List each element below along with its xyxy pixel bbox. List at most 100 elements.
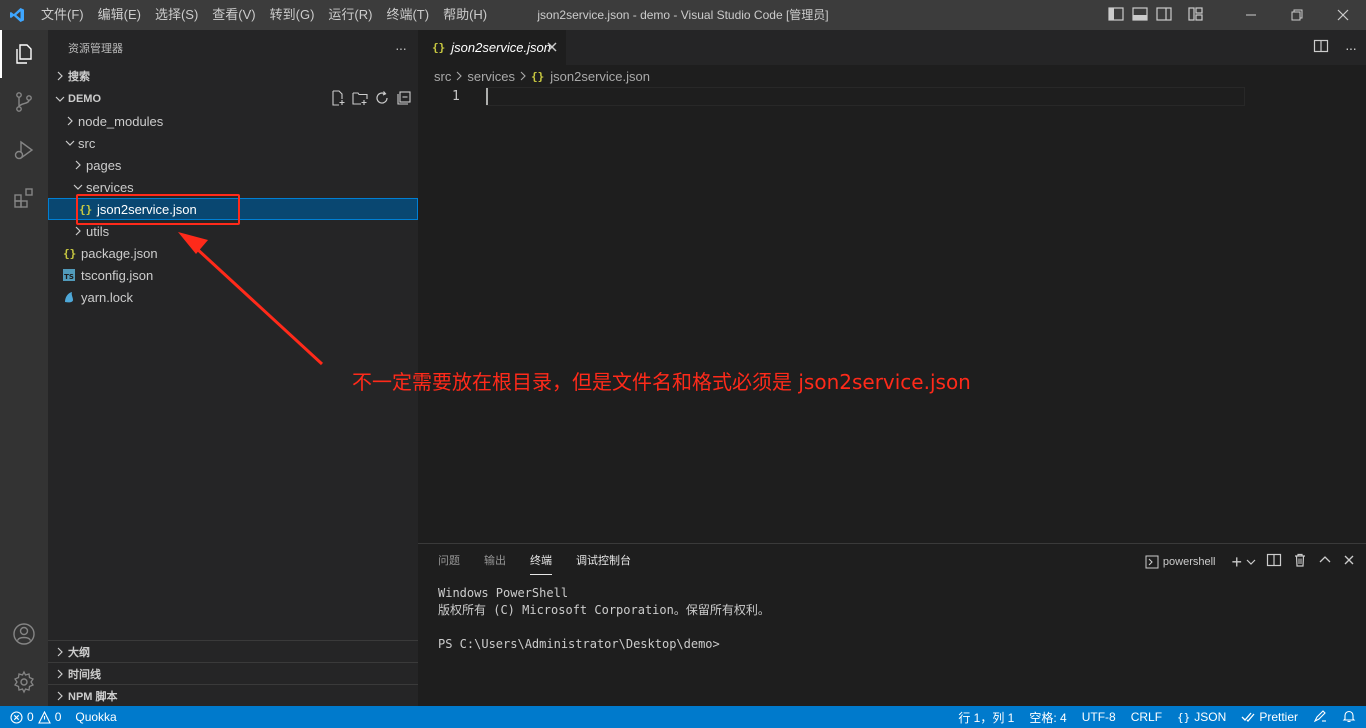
activity-bar [0,30,48,706]
terminal-output[interactable]: Windows PowerShell 版权所有 (C) Microsoft Co… [418,585,1366,653]
collapse-all-icon[interactable] [396,90,412,109]
encoding-status[interactable]: UTF-8 [1082,710,1116,724]
close-window-button[interactable] [1320,0,1366,30]
explorer-icon[interactable] [0,30,48,78]
code-line-1[interactable]: 1 [418,87,1245,106]
editor-area: {} json2service.json ··· src services {}… [418,30,1366,543]
menu-terminal[interactable]: 终端(T) [379,0,436,30]
split-terminal-icon[interactable] [1266,552,1282,571]
tree-item-pages[interactable]: pages [48,154,418,176]
chevron-down-icon [1246,559,1256,565]
menu-file[interactable]: 文件(F) [34,0,91,30]
typescript-file-icon: TS [63,269,81,281]
chevron-down-icon [52,94,68,104]
json-file-icon: {} [531,69,545,83]
editor-more-icon[interactable]: ··· [1345,40,1357,56]
accounts-icon[interactable] [0,610,48,658]
menu-help[interactable]: 帮助(H) [436,0,494,30]
language-mode-status[interactable]: {} JSON [1177,710,1226,724]
notifications-bell-icon[interactable] [1342,709,1356,726]
kill-terminal-icon[interactable] [1292,552,1308,571]
timeline-section-header[interactable]: 时间线 [48,662,418,684]
split-editor-icon[interactable] [1313,38,1329,57]
terminal-line: Windows PowerShell [438,586,569,600]
breadcrumb-services[interactable]: services [467,69,515,84]
new-folder-icon[interactable] [352,90,368,109]
npm-scripts-section-header[interactable]: NPM 脚本 [48,684,418,706]
status-bar: 0 0 Quokka 行 1，列 1 空格: 4 UTF-8 CRLF {} J… [0,706,1366,728]
toggle-sidebar-icon[interactable] [1108,6,1124,24]
yarn-file-icon [63,291,81,303]
menu-go[interactable]: 转到(G) [263,0,322,30]
refresh-icon[interactable] [374,90,390,109]
chevron-right-icon [455,69,463,84]
menu-selection[interactable]: 选择(S) [148,0,205,30]
terminal-icon [1145,555,1159,568]
annotation-text: 不一定需要放在根目录，但是文件名和格式必须是 json2service.json [352,370,971,394]
json-file-icon: {} [63,246,77,260]
chevron-right-icon [52,647,68,657]
menu-view[interactable]: 查看(V) [205,0,262,30]
terminal-selector[interactable]: powershell [1145,555,1215,569]
outline-section-header[interactable]: 大纲 [48,640,418,662]
line-number: 1 [452,89,460,104]
close-tab-icon[interactable] [544,39,560,58]
toggle-panel-icon[interactable] [1132,6,1148,24]
tab-terminal[interactable]: 终端 [530,544,552,579]
terminal-prompt: PS C:\Users\Administrator\Desktop\demo> [438,637,720,651]
extensions-icon[interactable] [0,174,48,222]
prettier-status[interactable]: Prettier [1241,710,1298,724]
double-check-icon [1241,712,1255,722]
tree-item-src[interactable]: src [48,132,418,154]
toggle-secondary-sidebar-icon[interactable] [1156,6,1172,24]
json-language-icon: {} [1177,710,1191,724]
source-control-icon[interactable] [0,78,48,126]
menu-edit[interactable]: 编辑(E) [91,0,148,30]
tab-problems[interactable]: 问题 [438,544,460,579]
error-icon [10,710,23,724]
indentation-status[interactable]: 空格: 4 [1029,709,1066,726]
svg-text:TS: TS [64,273,74,281]
chevron-right-icon [70,226,86,236]
annotation-highlight-box [76,194,240,225]
chevron-right-icon [52,71,68,81]
chevron-right-icon [62,116,78,126]
tree-item-node-modules[interactable]: node_modules [48,110,418,132]
restore-button[interactable] [1274,0,1320,30]
terminal-line: 版权所有 (C) Microsoft Corporation。保留所有权利。 [438,603,770,617]
quokka-status[interactable]: Quokka [75,710,116,724]
maximize-panel-icon[interactable] [1318,553,1332,570]
search-section-header[interactable]: 搜索 [48,65,418,87]
tab-output[interactable]: 输出 [484,544,506,579]
settings-gear-icon[interactable] [0,658,48,706]
explorer-more-button[interactable]: ··· [395,40,407,56]
eol-status[interactable]: CRLF [1131,710,1162,724]
run-debug-icon[interactable] [0,126,48,174]
breadcrumb: src services {} json2service.json [418,65,1366,87]
json-file-icon: {} [432,41,446,54]
tree-item-package-json[interactable]: {} package.json [48,242,418,264]
new-file-icon[interactable] [330,89,346,109]
cursor-position-status[interactable]: 行 1，列 1 [958,709,1014,726]
new-terminal-button[interactable]: + [1231,553,1256,571]
chevron-right-icon [70,160,86,170]
text-cursor [486,88,488,105]
tab-json2service[interactable]: {} json2service.json [418,30,566,65]
tree-item-yarn-lock[interactable]: yarn.lock [48,286,418,308]
menu-bar: 文件(F) 编辑(E) 选择(S) 查看(V) 转到(G) 运行(R) 终端(T… [34,0,494,30]
chevron-right-icon [52,691,68,701]
customize-layout-icon[interactable] [1188,6,1204,24]
tab-bar: {} json2service.json ··· [418,30,1366,65]
workspace-section-header[interactable]: DEMO [48,88,418,110]
feedback-icon[interactable] [1313,709,1327,726]
title-bar: 文件(F) 编辑(E) 选择(S) 查看(V) 转到(G) 运行(R) 终端(T… [0,0,1366,30]
tree-item-tsconfig[interactable]: TS tsconfig.json [48,264,418,286]
minimize-button[interactable] [1228,0,1274,30]
breadcrumb-file[interactable]: json2service.json [550,69,650,84]
menu-run[interactable]: 运行(R) [321,0,379,30]
tab-debug-console[interactable]: 调试控制台 [576,544,631,579]
breadcrumb-src[interactable]: src [434,69,451,84]
close-panel-icon[interactable] [1342,553,1356,570]
problems-status[interactable]: 0 0 [10,710,61,724]
